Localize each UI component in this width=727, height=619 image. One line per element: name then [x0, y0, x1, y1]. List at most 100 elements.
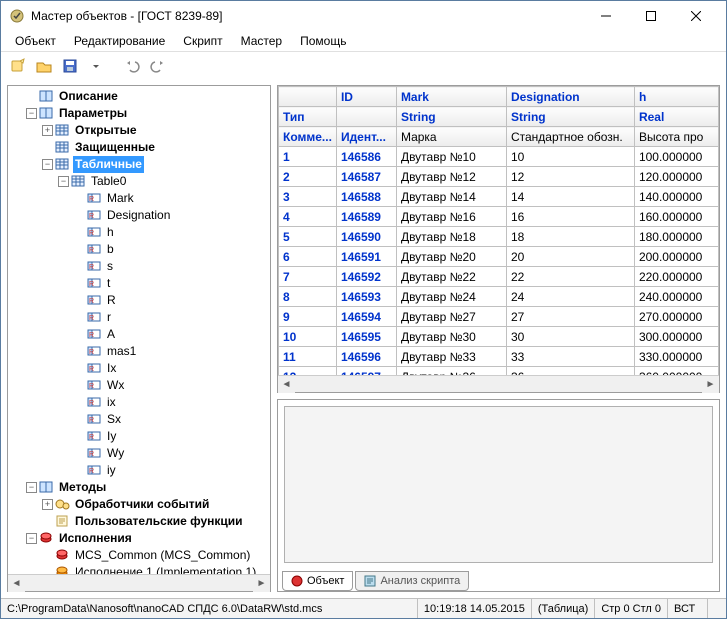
tree-node[interactable]: RMark — [10, 190, 268, 207]
cell-designation[interactable]: 33 — [506, 347, 634, 367]
tree-hscroll[interactable]: ◄ ► — [8, 574, 270, 591]
tree-node[interactable]: Защищенные — [10, 139, 268, 156]
cell-designation[interactable]: 24 — [506, 287, 634, 307]
cell-mark[interactable]: Двутавр №18 — [396, 227, 506, 247]
resize-grip[interactable] — [708, 599, 726, 618]
cell-designation[interactable]: 14 — [506, 187, 634, 207]
table-row[interactable]: 11146596Двутавр №3333330.000000 — [279, 347, 719, 367]
redo-button[interactable] — [147, 55, 169, 77]
row-number[interactable]: 12 — [279, 367, 337, 375]
tree-node[interactable]: RWx — [10, 377, 268, 394]
cell-designation[interactable]: 20 — [506, 247, 634, 267]
cell-h[interactable]: 160.000000 — [634, 207, 718, 227]
tab-script-analysis[interactable]: Анализ скрипта — [355, 571, 469, 591]
table-row[interactable]: 9146594Двутавр №2727270.000000 — [279, 307, 719, 327]
cell-id[interactable]: 146590 — [336, 227, 396, 247]
tree-label[interactable]: r — [105, 309, 113, 326]
table-row[interactable]: 1146586Двутавр №1010100.000000 — [279, 147, 719, 167]
table-row[interactable]: 5146590Двутавр №1818180.000000 — [279, 227, 719, 247]
tree-node[interactable]: − Методы — [10, 479, 268, 496]
cell-mark[interactable]: Двутавр №22 — [396, 267, 506, 287]
tree-node[interactable]: Пользовательские функции — [10, 513, 268, 530]
tree-node[interactable]: RR — [10, 292, 268, 309]
cell-mark[interactable]: Двутавр №24 — [396, 287, 506, 307]
cell-designation[interactable]: 30 — [506, 327, 634, 347]
menu-master[interactable]: Мастер — [233, 32, 291, 50]
cell-id[interactable]: 146588 — [336, 187, 396, 207]
scroll-left-icon[interactable]: ◄ — [8, 575, 25, 592]
collapse-icon[interactable]: − — [42, 159, 53, 170]
cell-designation[interactable]: 10 — [506, 147, 634, 167]
cell-h[interactable]: 100.000000 — [634, 147, 718, 167]
cell-id[interactable]: 146595 — [336, 327, 396, 347]
tree-node[interactable]: RIx — [10, 360, 268, 377]
tree-label[interactable]: Wy — [105, 445, 126, 462]
row-number[interactable]: 8 — [279, 287, 337, 307]
cell-mark[interactable]: Двутавр №36 — [396, 367, 506, 375]
table-row[interactable]: 12146597Двутавр №3636360.000000 — [279, 367, 719, 375]
tree-node[interactable]: + Открытые — [10, 122, 268, 139]
row-number[interactable]: 11 — [279, 347, 337, 367]
cell-h[interactable]: 180.000000 — [634, 227, 718, 247]
cell-mark[interactable]: Двутавр №12 — [396, 167, 506, 187]
tree-node[interactable]: −Табличные — [10, 156, 268, 173]
tree-label[interactable]: Designation — [105, 207, 172, 224]
cell-mark[interactable]: Двутавр №30 — [396, 327, 506, 347]
table-row[interactable]: 8146593Двутавр №2424240.000000 — [279, 287, 719, 307]
cell-mark[interactable]: Двутавр №10 — [396, 147, 506, 167]
tree-label[interactable]: R — [105, 292, 118, 309]
cell-h[interactable]: 360.000000 — [634, 367, 718, 375]
cell-id[interactable]: 146592 — [336, 267, 396, 287]
tree-node[interactable]: Исполнение 1 (Implementation 1) — [10, 564, 268, 574]
tree-label[interactable]: Ix — [105, 360, 118, 377]
cell-mark[interactable]: Двутавр №14 — [396, 187, 506, 207]
tree-node[interactable]: Rt — [10, 275, 268, 292]
collapse-icon[interactable]: − — [26, 108, 37, 119]
tree-label[interactable]: h — [105, 224, 116, 241]
tree-label[interactable]: A — [105, 326, 117, 343]
menu-script[interactable]: Скрипт — [175, 32, 230, 50]
tree-label[interactable]: Исполнение 1 (Implementation 1) — [73, 564, 258, 574]
row-number[interactable]: 4 — [279, 207, 337, 227]
cell-h[interactable]: 300.000000 — [634, 327, 718, 347]
tree-label[interactable]: Исполнения — [57, 530, 134, 547]
cell-designation[interactable]: 12 — [506, 167, 634, 187]
maximize-button[interactable] — [628, 2, 673, 30]
cell-mark[interactable]: Двутавр №16 — [396, 207, 506, 227]
cell-id[interactable]: 146591 — [336, 247, 396, 267]
tree-label[interactable]: Методы — [57, 479, 108, 496]
cell-id[interactable]: 146596 — [336, 347, 396, 367]
cell-designation[interactable]: 27 — [506, 307, 634, 327]
cell-h[interactable]: 330.000000 — [634, 347, 718, 367]
collapse-icon[interactable]: − — [26, 482, 37, 493]
tree-label[interactable]: Wx — [105, 377, 126, 394]
tree-node[interactable]: −Параметры — [10, 105, 268, 122]
tree-node[interactable]: RIy — [10, 428, 268, 445]
cell-mark[interactable]: Двутавр №33 — [396, 347, 506, 367]
collapse-icon[interactable]: − — [26, 533, 37, 544]
tree-node[interactable]: RSx — [10, 411, 268, 428]
cell-mark[interactable]: Двутавр №20 — [396, 247, 506, 267]
row-number[interactable]: 1 — [279, 147, 337, 167]
table-row[interactable]: 2146587Двутавр №1212120.000000 — [279, 167, 719, 187]
col-designation[interactable]: Designation — [506, 87, 634, 107]
expand-icon[interactable]: + — [42, 125, 53, 136]
minimize-button[interactable] — [583, 2, 628, 30]
menu-object[interactable]: Объект — [7, 32, 64, 50]
tree-label[interactable]: mas1 — [105, 343, 138, 360]
collapse-icon[interactable]: − — [58, 176, 69, 187]
undo-button[interactable] — [121, 55, 143, 77]
row-type-label[interactable]: Тип — [279, 107, 337, 127]
tree-label[interactable]: Описание — [57, 88, 120, 105]
cell-designation[interactable]: 18 — [506, 227, 634, 247]
cell-designation[interactable]: 36 — [506, 367, 634, 375]
tree-label[interactable]: ix — [105, 394, 118, 411]
col-id[interactable]: ID — [336, 87, 396, 107]
tree-node[interactable]: Rmas1 — [10, 343, 268, 360]
tree-label[interactable]: Открытые — [73, 122, 139, 139]
row-number[interactable]: 9 — [279, 307, 337, 327]
cell-h[interactable]: 200.000000 — [634, 247, 718, 267]
tree-node[interactable]: RWy — [10, 445, 268, 462]
tree[interactable]: Описание−Параметры + ОткрытыеЗащищенные−Та… — [8, 86, 270, 574]
tree-label[interactable]: Table0 — [89, 173, 128, 190]
